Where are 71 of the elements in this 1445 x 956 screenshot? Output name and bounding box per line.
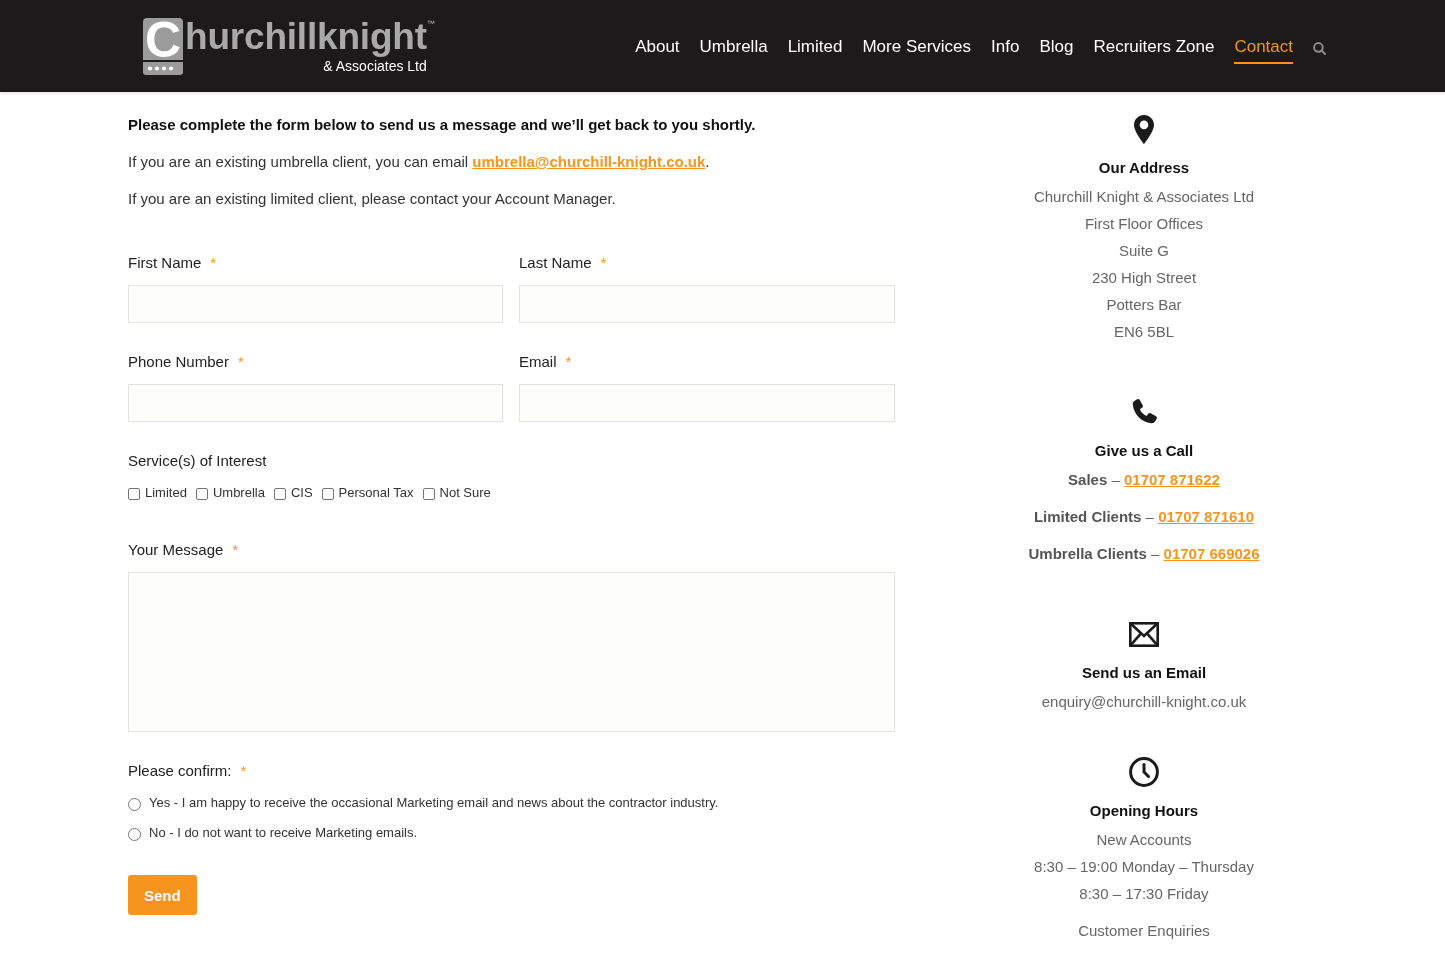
section-title: Opening Hours — [1088, 801, 1200, 821]
checkbox[interactable] — [321, 488, 334, 500]
required-mark: * — [232, 540, 239, 560]
logo-subtitle: & Associates Ltd — [323, 58, 427, 74]
limited-client-note: If you are an existing limited client, please contact your Account Manager. — [128, 189, 617, 209]
clock-icon — [1129, 757, 1159, 787]
radio-label: No - I do not want to receive Marketing emails. — [149, 824, 418, 842]
umbrella-client-note: If you are an existing umbrella client, you can email umbrella@churchill-knight.co.uk. — [128, 152, 711, 172]
logo-dots-icon — [143, 62, 183, 75]
required-mark: * — [210, 253, 217, 273]
required-mark: * — [240, 761, 247, 781]
checkbox-label: Personal Tax — [338, 484, 414, 502]
intro-heading: Please complete the form below to send us a message and we’ll get back to you shortly. — [128, 115, 757, 135]
phone-line: Sales – 01707 871622 — [1067, 470, 1221, 490]
message-field[interactable] — [128, 572, 895, 732]
checkbox-label: Umbrella — [212, 484, 265, 502]
input-field[interactable] — [519, 384, 895, 422]
field-label: Email — [519, 352, 557, 372]
hours-line: 8:30 – 19:00 Monday – Thursday — [1033, 857, 1255, 877]
required-mark: * — [237, 352, 244, 372]
section-title: Send us an Email — [1080, 663, 1208, 683]
nav-link[interactable]: Limited — [787, 28, 843, 64]
phone-line: Limited Clients – 01707 871610 — [1032, 507, 1256, 527]
logo-letter: C — [143, 18, 183, 60]
field-label: Phone Number — [128, 352, 229, 372]
nav-link[interactable]: Blog — [1039, 28, 1074, 64]
envelope-icon — [1129, 621, 1159, 647]
field-label: First Name — [128, 253, 202, 273]
field-label: Service(s) of Interest — [128, 451, 267, 471]
checkbox-label: Not Sure — [439, 484, 491, 502]
checkbox[interactable] — [422, 488, 435, 500]
radio-button[interactable] — [128, 797, 141, 811]
address-line: EN6 5BL — [1112, 322, 1175, 342]
input-field[interactable] — [128, 285, 503, 323]
field-label: Your Message — [128, 540, 224, 560]
nav-link[interactable]: About — [635, 28, 680, 64]
trademark-symbol: ™ — [426, 19, 435, 28]
hours-line: 8:30 – 17:30 Friday — [1078, 884, 1210, 904]
checkbox-label: Limited — [145, 484, 187, 502]
email-address: enquiry@churchill-knight.co.uk — [1040, 692, 1248, 712]
phone-icon — [1130, 398, 1158, 426]
input-field[interactable] — [128, 384, 503, 422]
address-line: Suite G — [1118, 241, 1170, 261]
nav-link[interactable]: Contact — [1234, 28, 1293, 64]
address-line: First Floor Offices — [1083, 214, 1205, 234]
checkbox[interactable] — [195, 488, 208, 500]
required-mark: * — [600, 253, 607, 273]
address-line: Churchill Knight & Associates Ltd — [1032, 187, 1256, 207]
required-mark: * — [565, 352, 572, 372]
field-label: Last Name — [519, 253, 592, 273]
nav-link[interactable]: Recruiters Zone — [1093, 28, 1215, 64]
phone-line: Umbrella Clients – 01707 669026 — [1027, 544, 1261, 564]
field-label: Please confirm: — [128, 761, 232, 781]
hours-heading: Customer Enquiries — [1077, 921, 1211, 941]
location-pin-icon — [1134, 114, 1154, 144]
nav-link[interactable]: More Services — [862, 28, 972, 64]
search-icon[interactable] — [1313, 41, 1326, 55]
logo-wordmark: hurchillknight — [185, 17, 427, 57]
section-title: Our Address — [1097, 158, 1191, 178]
checkbox[interactable] — [128, 488, 140, 500]
section-title: Give us a Call — [1093, 441, 1195, 461]
checkbox[interactable] — [273, 488, 286, 500]
nav-link[interactable]: Umbrella — [699, 28, 768, 64]
input-field[interactable] — [519, 285, 895, 323]
radio-label: Yes - I am happy to receive the occasional Marketing email and news about the contractor industry. — [149, 794, 719, 812]
address-line: Potters Bar — [1105, 295, 1183, 315]
address-line: 230 High Street — [1090, 268, 1198, 288]
nav-link[interactable]: Info — [991, 28, 1020, 64]
checkbox-label: CIS — [290, 484, 313, 502]
radio-button[interactable] — [128, 827, 141, 841]
hours-heading: New Accounts — [1095, 830, 1193, 850]
